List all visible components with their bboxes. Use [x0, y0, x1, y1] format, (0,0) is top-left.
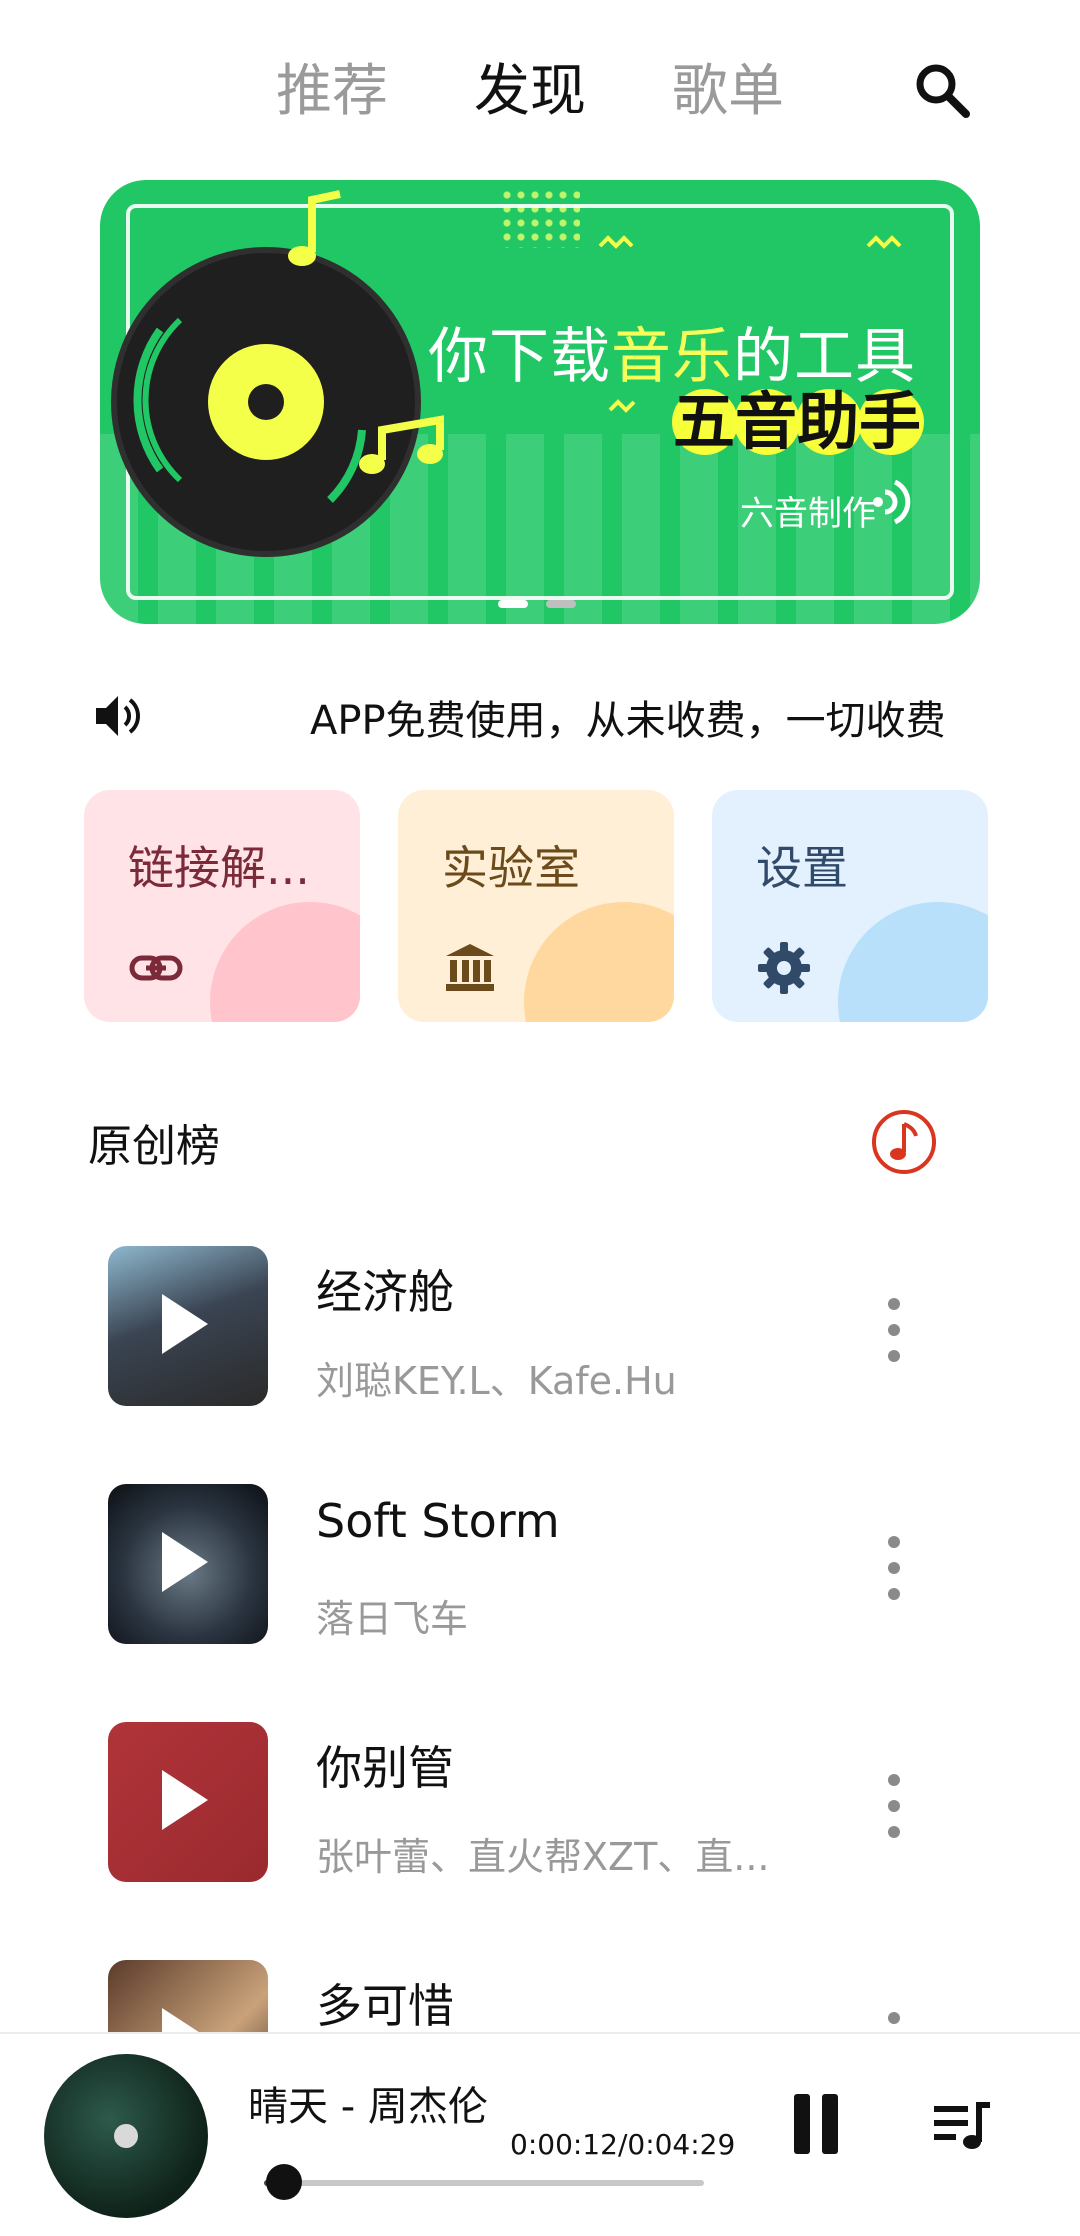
banner-credit: 六音制作	[740, 494, 876, 534]
search-icon[interactable]	[910, 58, 974, 122]
more-options-icon[interactable]	[882, 1774, 906, 1850]
song-title: Soft Storm	[316, 1494, 560, 1548]
song-title: 你别管	[316, 1741, 454, 1795]
card-label: 设置	[756, 841, 848, 895]
pause-button[interactable]	[790, 2094, 840, 2154]
song-artist: 张叶蕾、直火帮XZT、直...	[316, 1835, 770, 1879]
top-tab-bar: 推荐 发现 歌单	[0, 40, 1080, 130]
progress-track[interactable]	[264, 2180, 704, 2186]
song-list-item[interactable]: 经济舱 刘聪KEY.L、Kafe.Hu	[0, 1246, 1080, 1426]
notice-text: APP免费使用，从未收费，一切收费	[310, 698, 946, 744]
song-cover[interactable]	[108, 1722, 268, 1882]
notice-bar: APP免费使用，从未收费，一切收费	[0, 680, 1080, 750]
promo-banner[interactable]: 你下载音乐的工具 五音助手 六音制作	[100, 180, 980, 624]
music-note-icon[interactable]	[870, 1108, 938, 1176]
link-icon	[129, 955, 183, 981]
playback-time: 0:00:12/0:04:29	[510, 2128, 736, 2161]
section-title: 原创榜	[88, 1121, 220, 1172]
more-options-icon[interactable]	[882, 1298, 906, 1374]
lab-card[interactable]: 实验室	[398, 790, 674, 1022]
song-title: 经济舱	[316, 1265, 454, 1319]
card-label: 链接解...	[128, 841, 310, 895]
banner-indicator	[546, 600, 576, 608]
banner-app-name: 五音助手	[672, 385, 924, 458]
banner-title: 你下载音乐的工具	[428, 322, 916, 392]
bank-icon	[446, 944, 494, 991]
progress-slider-handle[interactable]	[265, 2164, 302, 2200]
disc-center	[114, 2124, 138, 2148]
settings-card[interactable]: 设置	[712, 790, 988, 1022]
card-decoration	[838, 902, 988, 1022]
card-decoration	[210, 902, 360, 1022]
mini-player[interactable]: 晴天 - 周杰伦 0:00:12/0:04:29	[0, 2032, 1080, 2236]
card-decoration	[524, 902, 674, 1022]
card-label: 实验室	[442, 841, 580, 895]
banner-indicator-active	[498, 600, 528, 608]
tab-playlists[interactable]: 歌单	[672, 46, 784, 127]
song-list-item[interactable]: Soft Storm 落日飞车	[0, 1484, 1080, 1664]
now-playing-cover[interactable]	[44, 2054, 208, 2218]
playlist-queue-icon[interactable]	[932, 2098, 992, 2154]
tab-discover[interactable]: 发现	[474, 46, 586, 127]
song-list-item[interactable]: 你别管 张叶蕾、直火帮XZT、直...	[0, 1722, 1080, 1902]
song-artist: 落日飞车	[316, 1597, 469, 1641]
play-icon	[162, 1532, 208, 1592]
tab-recommend[interactable]: 推荐	[276, 46, 388, 127]
link-parse-card[interactable]: 链接解...	[84, 790, 360, 1022]
song-cover[interactable]	[108, 1484, 268, 1644]
gear-icon	[758, 942, 810, 994]
song-artist: 刘聪KEY.L、Kafe.Hu	[316, 1359, 677, 1403]
play-icon	[162, 1294, 208, 1354]
now-playing-title: 晴天 - 周杰伦	[248, 2084, 488, 2130]
song-cover[interactable]	[108, 1246, 268, 1406]
speaker-icon	[96, 696, 140, 736]
song-title: 多可惜	[316, 1979, 454, 2033]
more-options-icon[interactable]	[882, 1536, 906, 1612]
play-icon	[162, 1770, 208, 1830]
